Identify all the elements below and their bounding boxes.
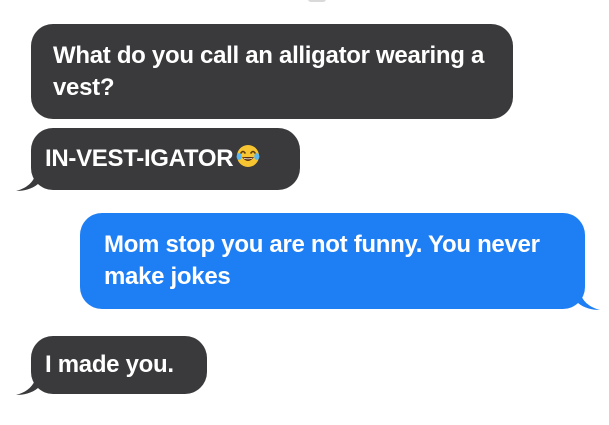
message-bubble-incoming[interactable]: IN-VEST-IGATOR [31, 128, 300, 190]
message-text: IN-VEST-IGATOR [45, 145, 234, 172]
bubble-tail-incoming [14, 170, 38, 192]
bubble-tail-outgoing [578, 289, 602, 311]
message-bubble-outgoing[interactable]: Mom stop you are not funny. You never ma… [80, 213, 585, 309]
message-bubble-incoming[interactable]: I made you. [31, 336, 207, 394]
top-edge-mark [308, 0, 326, 2]
bubble-tail-incoming [14, 374, 38, 396]
message-text: What do you call an alligator wearing a … [53, 42, 485, 101]
tears-of-joy-emoji-icon [235, 143, 261, 178]
message-bubble-incoming[interactable]: What do you call an alligator wearing a … [31, 24, 513, 119]
message-text: I made you. [45, 351, 174, 378]
message-text: Mom stop you are not funny. You never ma… [104, 231, 540, 290]
